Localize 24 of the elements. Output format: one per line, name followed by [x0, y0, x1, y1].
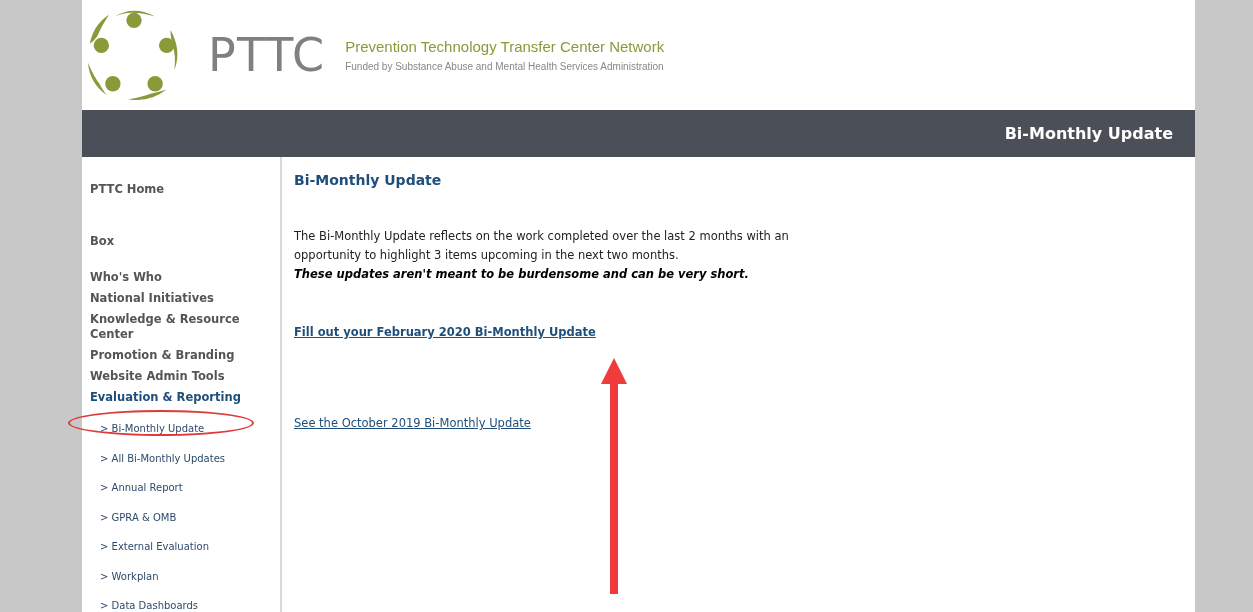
- banner-title: Bi-Monthly Update: [1004, 122, 1173, 145]
- previous-update-link[interactable]: See the October 2019 Bi-Monthly Update: [294, 415, 531, 433]
- sidebar-item[interactable]: Evaluation & Reporting: [90, 390, 241, 405]
- sidebar-item[interactable]: Website Admin Tools: [90, 369, 225, 384]
- note-text: These updates aren't meant to be burdensome and can be very short.: [294, 266, 750, 283]
- sidebar-item[interactable]: Knowledge & Resource Center: [90, 312, 255, 342]
- update-form-link[interactable]: Fill out your February 2020 Bi-Monthly Update: [294, 324, 596, 342]
- sidebar-item[interactable]: Who's Who: [90, 270, 162, 285]
- site-subtitle: Funded by Substance Abuse and Mental Health Services Administration: [345, 59, 665, 74]
- sidebar-item[interactable]: PTTC Home: [90, 182, 165, 197]
- site-title: Prevention Technology Transfer Center Network: [345, 37, 665, 58]
- logo-text: PTTC: [208, 32, 326, 78]
- intro-paragraph: The Bi-Monthly Update reflects on the work completed over the last 2 months with an opportunity to highlight 3 items upcoming in the next two months.: [294, 228, 790, 264]
- sidebar-subitem[interactable]: > Annual Report: [100, 482, 183, 493]
- sidebar-subitem[interactable]: > Workplan: [100, 570, 159, 582]
- sidebar-subitem[interactable]: > Bi-Monthly Update: [100, 423, 205, 434]
- sidebar-item[interactable]: National Initiatives: [90, 291, 214, 306]
- sidebar-item[interactable]: Promotion & Branding: [90, 348, 235, 363]
- sidebar-subitem[interactable]: > Data Dashboards: [100, 600, 199, 611]
- sidebar-subitem[interactable]: > External Evaluation: [100, 541, 209, 552]
- sidebar-subitem[interactable]: > GPRA & OMB: [100, 511, 177, 523]
- content-heading: Bi-Monthly Update: [294, 171, 443, 190]
- sidebar-item[interactable]: Box: [90, 234, 115, 249]
- sidebar-subitem[interactable]: > All Bi-Monthly Updates: [100, 452, 226, 464]
